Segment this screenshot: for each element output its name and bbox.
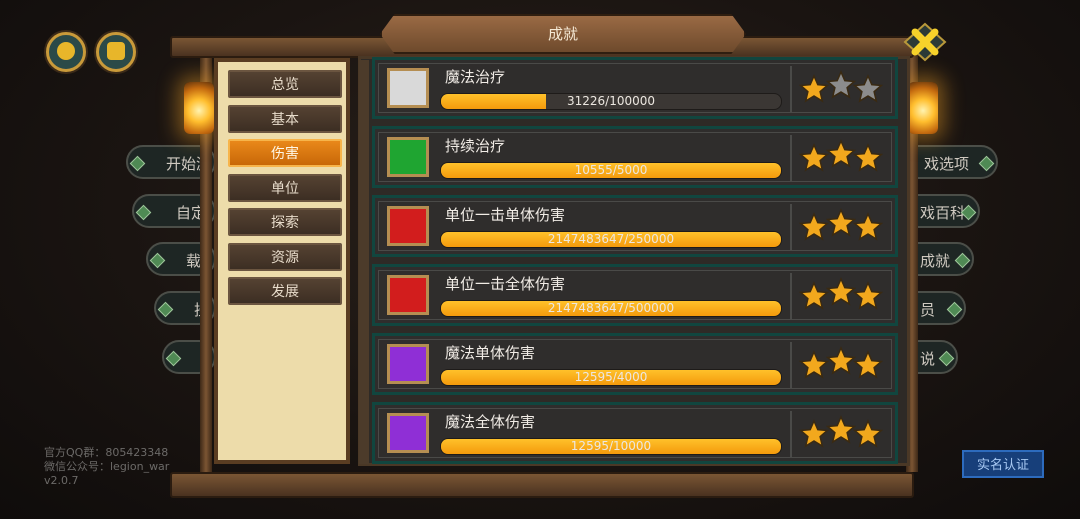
row-divider: [790, 66, 792, 112]
star-filled-icon: [826, 277, 856, 306]
achievement-name: 魔法治疗: [445, 68, 506, 86]
row-divider: [790, 135, 792, 181]
achievement-name: 魔法全体伤害: [445, 413, 536, 431]
star-filled-icon: [853, 212, 883, 241]
achievement-name: 持续治疗: [445, 137, 506, 155]
star-filled-icon: [799, 419, 829, 448]
tab-damage[interactable]: 伤害: [228, 139, 342, 167]
progress-bar: 12595/10000: [440, 438, 782, 455]
star-empty-icon: [826, 70, 856, 99]
progress-text: 12595/10000: [570, 439, 652, 453]
star-filled-icon: [799, 143, 829, 172]
tab-overview[interactable]: 总览: [228, 70, 342, 98]
shop-icon: [107, 42, 125, 60]
bg-menu-label: 成就: [920, 252, 951, 270]
group-strike-icon: [387, 275, 429, 315]
tab-explore[interactable]: 探索: [228, 208, 342, 236]
star-filled-icon: [826, 415, 856, 444]
bg-menu-label: 戏百科: [920, 204, 966, 222]
achievement-name: 单位一击单体伤害: [445, 206, 566, 224]
user-icon: [57, 42, 75, 60]
qq-group-text: 官方QQ群：805423348: [44, 446, 169, 459]
progress-bar: 10555/5000: [440, 162, 782, 179]
real-name-verify-button[interactable]: 实名认证: [962, 450, 1044, 478]
row-divider: [790, 204, 792, 250]
tab-development[interactable]: 发展: [228, 277, 342, 305]
achievement-name: 单位一击全体伤害: [445, 275, 566, 293]
progress-text: 31226/100000: [566, 94, 656, 108]
progress-text: 2147483647/500000: [547, 301, 675, 315]
bg-menu-label: 员: [920, 301, 936, 319]
progress-bar: 2147483647/250000: [440, 231, 782, 248]
magic-heal-icon: [387, 68, 429, 108]
star-filled-icon: [853, 143, 883, 172]
achievement-row[interactable]: 魔法治疗 31226/100000: [372, 57, 898, 119]
star-filled-icon: [799, 281, 829, 310]
tab-panel: 总览 基本 伤害 单位 探索 资源 发展: [214, 58, 350, 464]
achievement-row[interactable]: 魔法全体伤害 12595/10000: [372, 402, 898, 464]
progress-text: 2147483647/250000: [547, 232, 675, 246]
progress-text: 12595/4000: [574, 370, 648, 384]
star-filled-icon: [799, 212, 829, 241]
achievement-row[interactable]: 魔法单体伤害 12595/4000: [372, 333, 898, 395]
star-filled-icon: [853, 350, 883, 379]
shop-button[interactable]: [96, 32, 136, 72]
achievement-name: 魔法单体伤害: [445, 344, 536, 362]
frame-bottom-beam: [170, 472, 914, 498]
bg-menu-label: 戏选项: [924, 155, 970, 173]
wechat-text: 微信公众号：legion_war: [44, 460, 170, 473]
progress-bar: 2147483647/500000: [440, 300, 782, 317]
progress-text: 10555/5000: [574, 163, 648, 177]
row-divider: [790, 273, 792, 319]
single-strike-icon: [387, 206, 429, 246]
version-text: v2.0.7: [44, 474, 79, 487]
achievement-row[interactable]: 持续治疗 10555/5000: [372, 126, 898, 188]
bg-menu-label: 载: [186, 252, 202, 270]
achievement-row[interactable]: 单位一击单体伤害 2147483647/250000: [372, 195, 898, 257]
tab-resources[interactable]: 资源: [228, 243, 342, 271]
achievement-row[interactable]: 单位一击全体伤害 2147483647/500000: [372, 264, 898, 326]
progress-bar: 31226/100000: [440, 93, 782, 110]
regen-icon: [387, 137, 429, 177]
lantern-left: [184, 82, 214, 134]
bg-menu-label: 说: [920, 350, 936, 368]
profile-button[interactable]: [46, 32, 86, 72]
row-divider: [790, 411, 792, 457]
star-filled-icon: [826, 208, 856, 237]
magic-single-icon: [387, 344, 429, 384]
star-filled-icon: [853, 419, 883, 448]
row-divider: [790, 342, 792, 388]
scrollbar[interactable]: [359, 60, 369, 464]
star-filled-icon: [826, 346, 856, 375]
progress-bar: 12595/4000: [440, 369, 782, 386]
dialog-title: 成就: [380, 14, 746, 54]
tab-basic[interactable]: 基本: [228, 105, 342, 133]
tab-unit[interactable]: 单位: [228, 174, 342, 202]
star-filled-icon: [799, 74, 829, 103]
star-filled-icon: [826, 139, 856, 168]
lantern-right: [908, 82, 938, 134]
magic-group-icon: [387, 413, 429, 453]
star-empty-icon: [853, 74, 883, 103]
star-filled-icon: [853, 281, 883, 310]
star-filled-icon: [799, 350, 829, 379]
